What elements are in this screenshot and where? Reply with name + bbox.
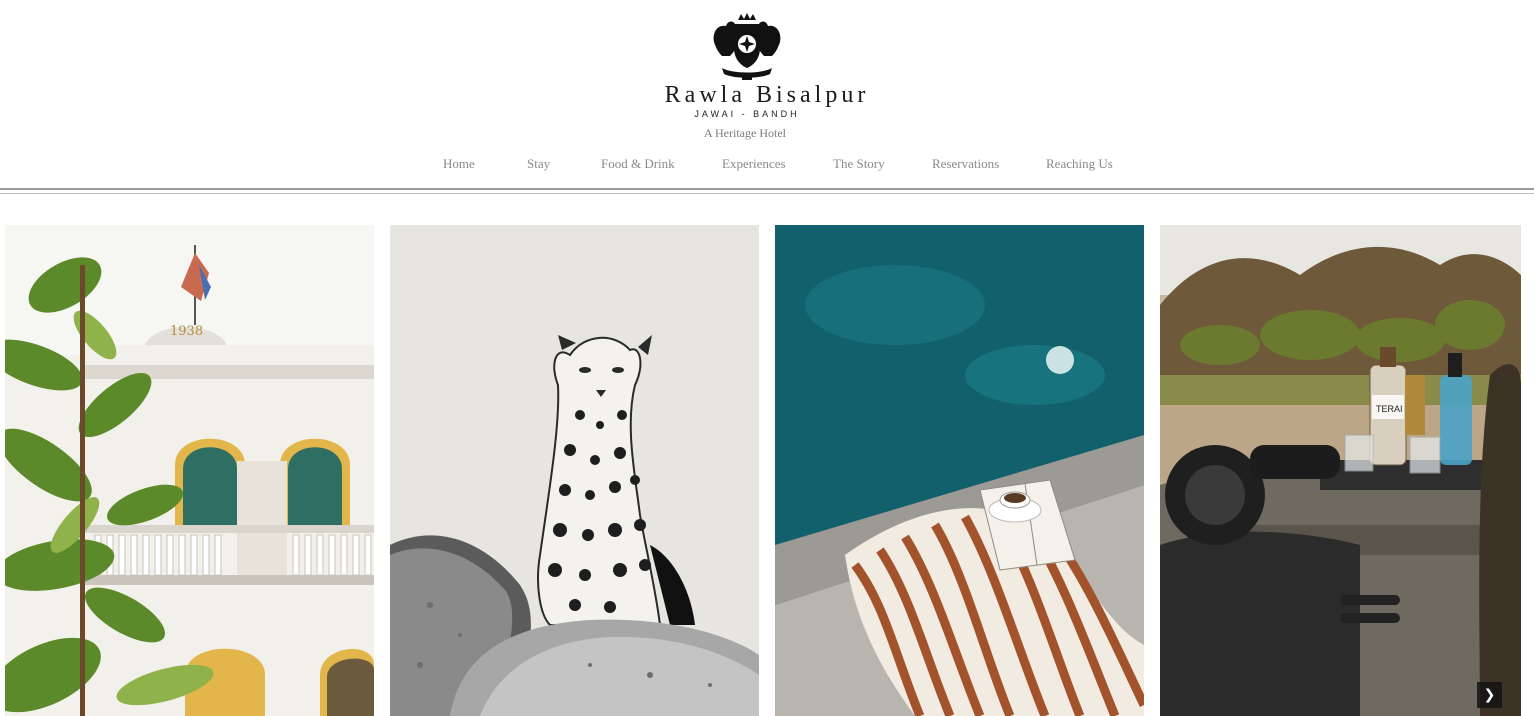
slide-leopard-on-rock[interactable] [390, 225, 759, 716]
nav-item-experiences[interactable]: Experiences [722, 156, 786, 172]
site-header: Rawla Bisalpur JAWAI - BANDH A Heritage … [0, 0, 1534, 196]
image-carousel[interactable]: 1938 TERAI ❯ [0, 225, 1534, 716]
carousel-next-button[interactable]: ❯ [1477, 682, 1502, 708]
main-nav: Home Stay Food & Drink Experiences The S… [0, 156, 1534, 178]
bottle-label: TERAI [1376, 404, 1403, 414]
year-sign: 1938 [170, 324, 203, 339]
nav-item-food-drink[interactable]: Food & Drink [601, 156, 675, 172]
nav-item-reservations[interactable]: Reservations [932, 156, 999, 172]
slide-poolside[interactable] [775, 225, 1144, 716]
header-divider [0, 188, 1534, 190]
header-divider-thin [0, 193, 1534, 194]
nav-item-home[interactable]: Home [443, 156, 475, 172]
nav-item-stay[interactable]: Stay [527, 156, 550, 172]
slide-jeep-drinks[interactable]: TERAI [1160, 225, 1521, 716]
brand-name[interactable]: Rawla Bisalpur [20, 82, 1514, 109]
chevron-right-icon: ❯ [1483, 687, 1496, 703]
nav-item-reaching-us[interactable]: Reaching Us [1046, 156, 1113, 172]
brand-tagline: A Heritage Hotel [704, 126, 786, 140]
brand-subtitle: JAWAI - BANDH [694, 109, 800, 119]
nav-item-the-story[interactable]: The Story [833, 156, 885, 172]
slide-heritage-building[interactable]: 1938 [5, 225, 374, 716]
crest-logo-icon[interactable] [708, 12, 786, 82]
